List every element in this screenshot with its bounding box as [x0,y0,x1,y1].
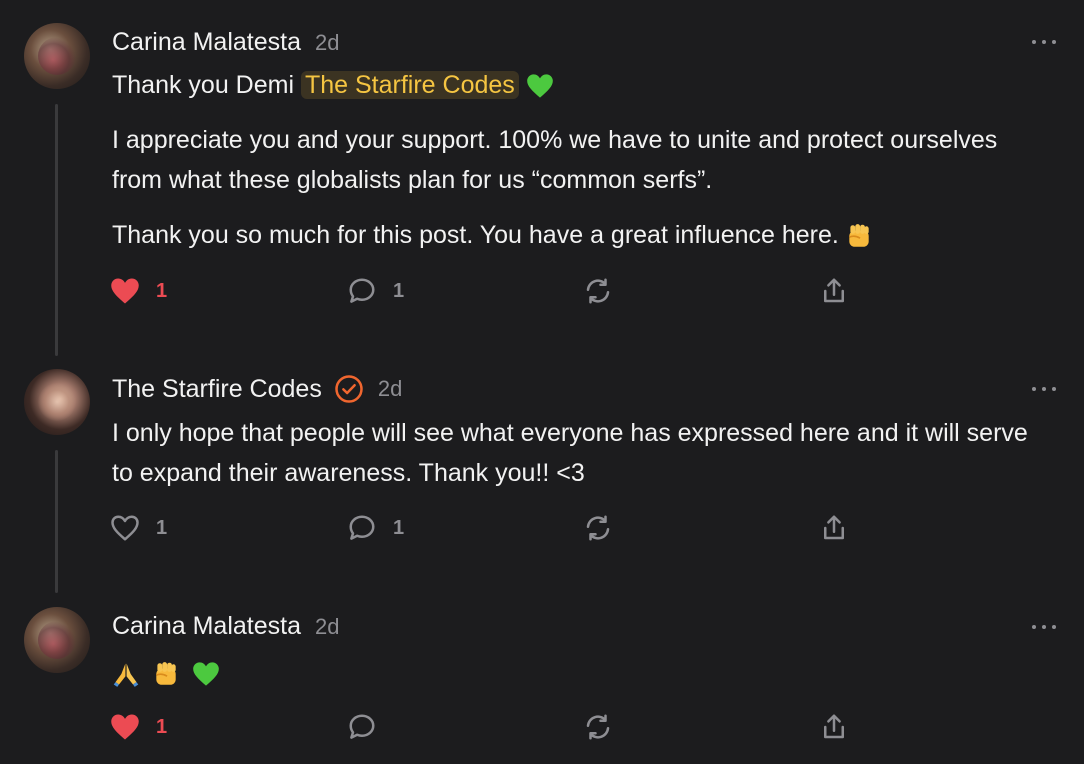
verified-icon [335,375,363,403]
comment-header: Carina Malatesta 2d [112,612,339,641]
comment-text: Thank you Demi [112,71,295,99]
restack-icon [586,278,610,304]
author-name[interactable]: The Starfire Codes [112,375,322,404]
share-icon [824,278,844,303]
author-name[interactable]: Carina Malatesta [112,28,301,57]
like-count: 1 [156,715,168,738]
comment-actions: 1 1 [110,512,870,544]
like-button[interactable]: 1 [110,275,167,307]
like-count: 1 [156,516,168,539]
more-icon[interactable] [1032,37,1056,47]
share-icon [824,714,844,739]
share-button[interactable] [819,275,849,307]
avatar[interactable] [24,369,90,435]
comment-header: Carina Malatesta 2d [112,28,339,57]
author-name[interactable]: Carina Malatesta [112,612,301,641]
comment-body: I only hope that people will see what ev… [112,413,1052,493]
thread-line [55,450,58,593]
green-heart-emoji [526,74,553,99]
restack-button[interactable] [583,275,613,307]
comment-icon [349,278,375,303]
share-icon [824,515,844,540]
comment-paragraph: I appreciate you and your support. 100% … [112,126,998,194]
comment-icon [349,714,375,739]
like-button[interactable]: 1 [110,512,167,544]
comment-body [112,653,1052,693]
thread-line [55,104,58,356]
comment-paragraph: I only hope that people will see what ev… [112,419,1028,487]
restack-button[interactable] [583,711,613,743]
timestamp[interactable]: 2d [315,614,339,640]
timestamp[interactable]: 2d [378,376,402,402]
comment-header: The Starfire Codes 2d [112,374,402,404]
raised-fist-emoji [155,662,176,686]
timestamp[interactable]: 2d [315,30,339,56]
reply-count: 1 [393,279,405,302]
share-button[interactable] [819,711,849,743]
heart-icon [111,278,139,304]
reply-count: 1 [393,516,405,539]
more-icon[interactable] [1032,622,1056,632]
heart-icon [111,714,139,740]
comment-actions: 1 [110,711,870,743]
comment-paragraph-2: Thank you so much for this post. You hav… [112,215,1052,255]
mention-link[interactable]: The Starfire Codes [300,71,519,99]
restack-icon [586,515,610,541]
like-button[interactable]: 1 [110,711,167,743]
more-icon[interactable] [1032,384,1056,394]
share-button[interactable] [819,512,849,544]
reply-button[interactable]: 1 [347,512,404,544]
restack-button[interactable] [583,512,613,544]
reply-button[interactable] [347,711,393,743]
comment-body: Thank you Demi The Starfire Codes I appr… [112,65,1052,255]
avatar[interactable] [24,607,90,673]
reply-button[interactable]: 1 [347,275,404,307]
like-count: 1 [156,279,168,302]
comment-icon [349,515,375,540]
folded-hands-emoji [113,663,139,688]
restack-icon [586,714,610,740]
comment-actions: 1 1 [110,275,870,307]
avatar[interactable] [24,23,90,89]
emoji-line [112,653,1052,693]
heart-icon [111,515,139,541]
comment-line-1: Thank you Demi The Starfire Codes [112,65,1052,105]
raised-fist-emoji [848,224,869,248]
comment-text: Thank you so much for this post. You hav… [112,221,839,249]
green-heart-emoji [193,662,219,687]
